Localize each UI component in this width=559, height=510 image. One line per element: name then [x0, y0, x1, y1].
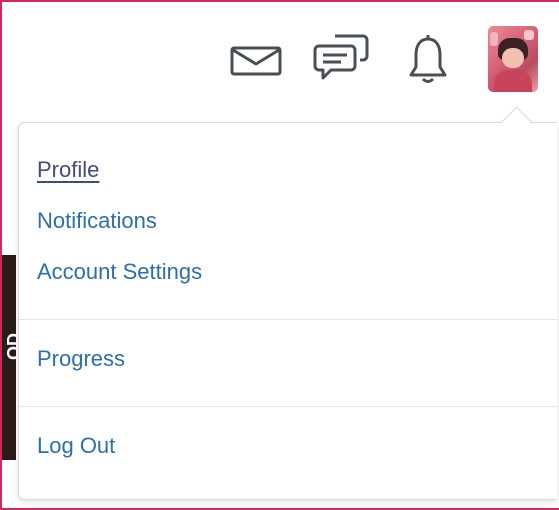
- user-menu-dropdown: Profile Notifications Account Settings P…: [18, 122, 558, 500]
- bell-icon: [409, 35, 447, 83]
- avatar[interactable]: [488, 26, 538, 92]
- menu-item-notifications[interactable]: Notifications: [37, 208, 157, 234]
- menu-divider: [19, 406, 558, 407]
- menu-item-progress[interactable]: Progress: [37, 346, 125, 372]
- menu-item-account-settings[interactable]: Account Settings: [37, 259, 202, 285]
- menu-divider: [19, 319, 558, 320]
- avatar-detail: [490, 32, 498, 46]
- notifications-button[interactable]: [400, 28, 456, 88]
- avatar-detail: [494, 70, 532, 92]
- avatar-detail: [524, 30, 534, 40]
- mail-icon: [230, 46, 282, 76]
- avatar-detail: [502, 48, 524, 68]
- background-image-strip: OD: [2, 255, 24, 460]
- menu-item-profile[interactable]: Profile: [37, 157, 99, 183]
- mail-button[interactable]: [228, 40, 284, 82]
- chat-icon: [313, 34, 369, 80]
- menu-item-log-out[interactable]: Log Out: [37, 433, 115, 459]
- messages-button[interactable]: [312, 30, 370, 86]
